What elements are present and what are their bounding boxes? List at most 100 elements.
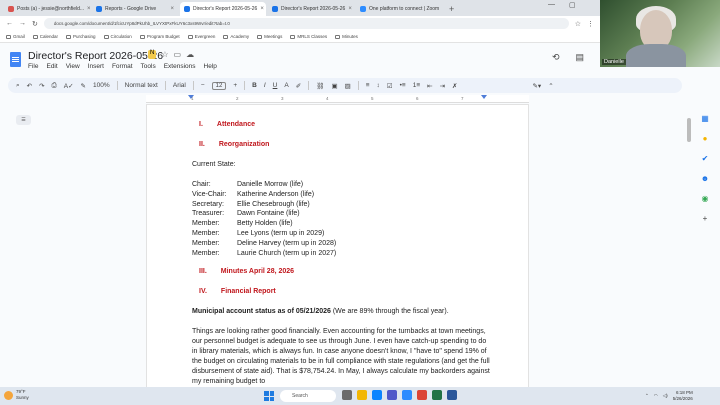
menu-view[interactable]: View: [66, 63, 80, 70]
font-select[interactable]: Arial: [173, 82, 186, 89]
highlight-icon[interactable]: ✐: [296, 82, 301, 90]
extension-badge-icon[interactable]: N: [148, 50, 157, 59]
bookmark-item[interactable]: Gmail: [6, 34, 25, 39]
tasks-icon[interactable]: ✔: [700, 154, 710, 163]
reload-icon[interactable]: ↻: [32, 20, 38, 28]
add-addon-icon[interactable]: +: [700, 214, 710, 223]
browser-menu-icon[interactable]: ⋮: [587, 20, 594, 28]
document-title[interactable]: Director's Report 2026-05-26: [28, 50, 163, 62]
tray-chevron-icon[interactable]: ⌃: [645, 393, 649, 399]
menu-file[interactable]: File: [28, 63, 38, 70]
right-indent-marker[interactable]: [481, 95, 487, 99]
menu-insert[interactable]: Insert: [88, 63, 104, 70]
windows-start-icon[interactable]: [264, 391, 274, 401]
excel-icon[interactable]: [432, 390, 442, 400]
browser-tab[interactable]: Director's Report 2026-05-26 ×: [268, 2, 354, 16]
maps-icon[interactable]: ◉: [700, 194, 710, 203]
bookmark-item[interactable]: Circulation: [103, 34, 132, 39]
italic-icon[interactable]: I: [264, 82, 266, 89]
clear-format-icon[interactable]: ✗: [452, 82, 457, 90]
menu-format[interactable]: Format: [112, 63, 133, 70]
browser-tab[interactable]: One platform to connect | Zoom×: [356, 2, 442, 16]
close-tab-icon[interactable]: ×: [348, 6, 352, 12]
image-icon[interactable]: ▨: [345, 82, 351, 90]
browser-tab[interactable]: Director's Report 2026-05-26 ×: [180, 2, 266, 16]
word-icon[interactable]: [447, 390, 457, 400]
align-icon[interactable]: ≡: [366, 82, 370, 89]
font-size-decrease-icon[interactable]: −: [201, 82, 205, 89]
checklist-icon[interactable]: ☑: [387, 82, 393, 90]
chrome-icon[interactable]: [417, 390, 427, 400]
back-icon[interactable]: ←: [6, 20, 13, 27]
style-select[interactable]: Normal text: [125, 82, 158, 89]
browser-tab[interactable]: Reports - Google Drive ×: [92, 2, 178, 16]
redo-icon[interactable]: ↷: [39, 82, 44, 90]
contacts-icon[interactable]: ☻: [700, 174, 710, 183]
bookmark-item[interactable]: Evergreen: [187, 34, 215, 39]
move-folder-icon[interactable]: ▭: [174, 50, 182, 59]
wifi-icon[interactable]: ◠: [654, 393, 658, 399]
document-body[interactable]: I. Attendance II. Reorganization Current…: [192, 120, 492, 387]
zoom-icon[interactable]: [402, 390, 412, 400]
menu-help[interactable]: Help: [204, 63, 217, 70]
text-color-icon[interactable]: A: [284, 82, 288, 89]
minimize-icon[interactable]: —: [548, 1, 555, 9]
close-tab-icon[interactable]: ×: [87, 6, 90, 12]
editing-mode-icon[interactable]: ✎▾: [532, 82, 541, 90]
docs-logo-icon[interactable]: [10, 52, 21, 67]
indent-increase-icon[interactable]: ⇥: [440, 82, 445, 90]
link-icon[interactable]: ⛓: [316, 82, 324, 90]
print-icon[interactable]: ⎙: [52, 82, 57, 90]
paint-format-icon[interactable]: ✎: [81, 82, 86, 90]
bookmark-item[interactable]: Program Budget: [139, 34, 180, 39]
line-spacing-icon[interactable]: ↕: [377, 82, 380, 89]
vertical-scrollbar[interactable]: [687, 118, 691, 142]
zoom-select[interactable]: 100%: [93, 82, 110, 89]
collapse-toolbar-icon[interactable]: ⌃: [548, 82, 553, 90]
taskbar-search[interactable]: Search: [280, 390, 336, 402]
underline-icon[interactable]: U: [273, 82, 278, 89]
comments-icon[interactable]: ▤: [576, 52, 585, 63]
bookmark-item[interactable]: Meetings: [257, 34, 282, 39]
forward-icon[interactable]: →: [19, 20, 26, 27]
new-tab-icon[interactable]: +: [444, 2, 459, 16]
cloud-status-icon[interactable]: ☁: [186, 50, 194, 59]
weather-widget[interactable]: 79°F Sunny: [4, 389, 29, 401]
file-explorer-icon[interactable]: [357, 390, 367, 400]
bullet-list-icon[interactable]: •≡: [400, 82, 406, 89]
browser-tab[interactable]: Posts (a) - jessie@northfield... ×: [4, 2, 90, 16]
calendar-icon[interactable]: ▦: [700, 114, 710, 123]
star-icon[interactable]: ☆: [161, 50, 168, 59]
bookmark-item[interactable]: MRLS Classes: [290, 34, 327, 39]
bookmark-item[interactable]: Purchasing: [66, 34, 96, 39]
maximize-icon[interactable]: ▢: [569, 1, 576, 9]
spellcheck-icon[interactable]: A✓: [64, 82, 74, 90]
volume-icon[interactable]: ◁): [663, 393, 668, 399]
url-field[interactable]: docs.google.com/document/d/1fcicUYp8dPkU…: [43, 18, 569, 29]
close-tab-icon[interactable]: ×: [260, 6, 264, 12]
bold-icon[interactable]: B: [252, 82, 257, 89]
bookmark-star-icon[interactable]: ☆: [575, 20, 581, 28]
task-view-icon[interactable]: [342, 390, 352, 400]
menu-tools[interactable]: Tools: [141, 63, 156, 70]
document-page[interactable]: I. Attendance II. Reorganization Current…: [146, 104, 529, 391]
font-size-increase-icon[interactable]: +: [233, 82, 237, 89]
edge-icon[interactable]: [372, 390, 382, 400]
close-tab-icon[interactable]: ×: [170, 6, 174, 12]
bookmark-item[interactable]: Minutes: [335, 34, 358, 39]
bookmark-item[interactable]: Academy: [223, 34, 249, 39]
clock[interactable]: 6:18 PM 5/26/2026: [673, 390, 693, 401]
version-history-icon[interactable]: ⟲: [552, 52, 560, 63]
document-outline-icon[interactable]: ☰: [16, 115, 31, 125]
menu-edit[interactable]: Edit: [46, 63, 57, 70]
teams-icon[interactable]: [387, 390, 397, 400]
keep-icon[interactable]: ●: [700, 134, 710, 143]
search-menus-icon[interactable]: ⌕: [16, 82, 20, 90]
comment-add-icon[interactable]: ▣: [331, 82, 337, 90]
undo-icon[interactable]: ↶: [27, 82, 32, 90]
indent-decrease-icon[interactable]: ⇤: [427, 82, 432, 90]
menu-extensions[interactable]: Extensions: [164, 63, 196, 70]
font-size-field[interactable]: 12: [211, 81, 227, 90]
bookmark-item[interactable]: Calendar: [32, 34, 58, 39]
numbered-list-icon[interactable]: 1≡: [413, 82, 420, 89]
